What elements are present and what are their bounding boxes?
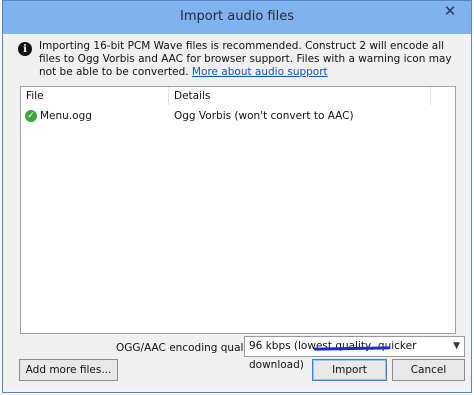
title-bar: Import audio files ✕	[3, 1, 471, 34]
column-header-file[interactable]: File	[21, 87, 169, 105]
file-cell: ✓ Menu.ogg	[25, 107, 92, 125]
info-icon: i	[18, 42, 32, 56]
info-message: Importing 16-bit PCM Wave files is recom…	[39, 40, 459, 79]
file-list[interactable]: File Details ✓ Menu.ogg Ogg Vorbis (won't…	[20, 86, 456, 334]
close-icon: ✕	[443, 2, 457, 20]
list-header: File Details	[21, 87, 455, 105]
dialog-content: i Importing 16-bit PCM Wave files is rec…	[8, 34, 466, 387]
quality-label: OGG/AAC encoding quality:	[116, 342, 260, 354]
import-button[interactable]: Import	[312, 359, 387, 381]
close-button[interactable]: ✕	[435, 1, 465, 21]
check-icon: ✓	[25, 110, 37, 122]
chevron-down-icon: ▼	[453, 341, 460, 351]
details-cell: Ogg Vorbis (won't convert to AAC)	[174, 110, 354, 122]
file-name: Menu.ogg	[40, 110, 92, 122]
list-item[interactable]: ✓ Menu.ogg Ogg Vorbis (won't convert to A…	[21, 107, 455, 125]
column-header-details[interactable]: Details	[169, 87, 431, 105]
audio-support-link[interactable]: More about audio support	[192, 66, 328, 78]
cancel-button[interactable]: Cancel	[392, 359, 465, 381]
import-audio-dialog: Import audio files ✕ i Importing 16-bit …	[2, 0, 472, 393]
dialog-title: Import audio files	[179, 9, 294, 24]
add-more-files-button[interactable]: Add more files...	[19, 359, 118, 381]
